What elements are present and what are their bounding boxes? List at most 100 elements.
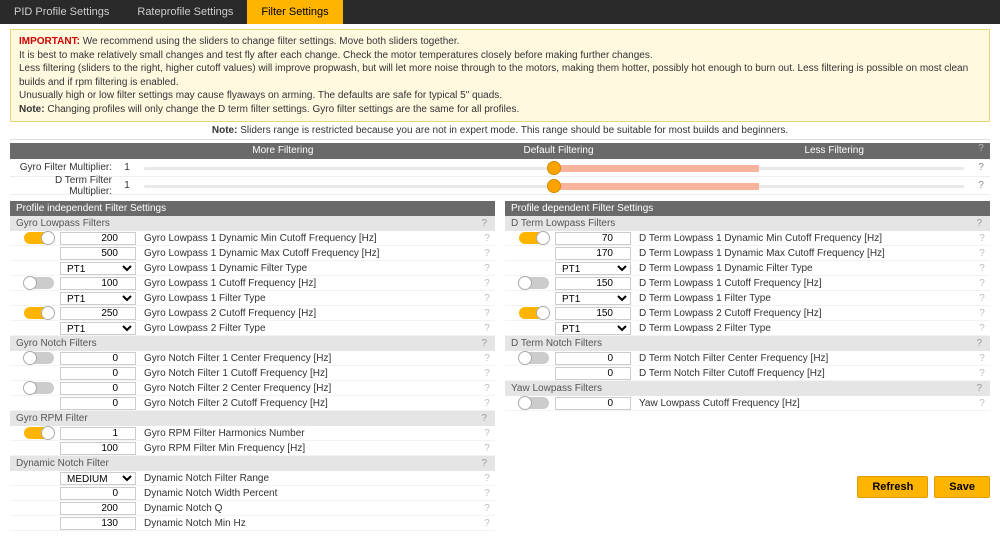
- help-icon[interactable]: ?: [479, 383, 495, 394]
- setting-label: Gyro Notch Filter 1 Center Frequency [Hz…: [138, 353, 479, 364]
- filter-input[interactable]: [555, 352, 631, 365]
- help-icon[interactable]: ?: [479, 368, 495, 379]
- toggle-switch[interactable]: [519, 232, 549, 244]
- help-icon[interactable]: ?: [972, 162, 990, 173]
- filter-input[interactable]: [60, 397, 136, 410]
- filter-input[interactable]: [60, 232, 136, 245]
- filter-input[interactable]: [60, 367, 136, 380]
- filter-input[interactable]: [60, 442, 136, 455]
- filter-input[interactable]: [60, 502, 136, 515]
- dterm-notch-title: D Term Notch Filters?: [505, 336, 990, 351]
- toggle-switch[interactable]: [24, 382, 54, 394]
- help-icon[interactable]: ?: [479, 248, 495, 259]
- filter-input[interactable]: [555, 232, 631, 245]
- toggle-switch[interactable]: [24, 232, 54, 244]
- setting-label: D Term Lowpass 1 Dynamic Max Cutoff Freq…: [633, 248, 974, 259]
- help-icon[interactable]: ?: [479, 518, 495, 529]
- setting-row: MEDIUMDynamic Notch Filter Range?: [10, 471, 495, 486]
- filter-input[interactable]: [555, 307, 631, 320]
- filter-input[interactable]: [60, 517, 136, 530]
- help-icon[interactable]: ?: [481, 218, 487, 229]
- setting-label: Gyro Notch Filter 1 Cutoff Frequency [Hz…: [138, 368, 479, 379]
- help-icon[interactable]: ?: [976, 218, 982, 229]
- filter-input[interactable]: [555, 247, 631, 260]
- help-icon[interactable]: ?: [974, 233, 990, 244]
- help-icon[interactable]: ?: [479, 263, 495, 274]
- tab-bar: PID Profile Settings Rateprofile Setting…: [0, 0, 1000, 24]
- help-icon[interactable]: ?: [481, 458, 487, 469]
- filter-input[interactable]: [555, 397, 631, 410]
- setting-label: D Term Lowpass 1 Filter Type: [633, 293, 974, 304]
- help-icon[interactable]: ?: [479, 503, 495, 514]
- filter-input[interactable]: [555, 367, 631, 380]
- help-icon[interactable]: ?: [974, 353, 990, 364]
- toggle-switch[interactable]: [24, 352, 54, 364]
- help-icon[interactable]: ?: [974, 308, 990, 319]
- help-icon[interactable]: ?: [481, 413, 487, 424]
- setting-row: Gyro Notch Filter 2 Center Frequency [Hz…: [10, 381, 495, 396]
- help-icon[interactable]: ?: [974, 398, 990, 409]
- filter-select[interactable]: PT1: [555, 262, 631, 275]
- help-icon[interactable]: ?: [479, 353, 495, 364]
- filter-input[interactable]: [60, 352, 136, 365]
- setting-label: Gyro Lowpass 1 Cutoff Frequency [Hz]: [138, 278, 479, 289]
- help-icon[interactable]: ?: [479, 323, 495, 334]
- help-icon[interactable]: ?: [479, 308, 495, 319]
- help-icon[interactable]: ?: [976, 383, 982, 394]
- toggle-switch[interactable]: [24, 307, 54, 319]
- filter-select[interactable]: PT1: [60, 322, 136, 335]
- toggle-switch[interactable]: [519, 277, 549, 289]
- help-icon[interactable]: ?: [479, 233, 495, 244]
- filter-input[interactable]: [60, 487, 136, 500]
- help-icon[interactable]: ?: [479, 443, 495, 454]
- tab-rate-profile[interactable]: Rateprofile Settings: [123, 0, 247, 24]
- dterm-filter-slider[interactable]: [144, 181, 964, 191]
- tab-pid-profile[interactable]: PID Profile Settings: [0, 0, 123, 24]
- setting-label: Gyro Lowpass 2 Filter Type: [138, 323, 479, 334]
- help-icon[interactable]: ?: [974, 293, 990, 304]
- setting-label: Gyro Lowpass 1 Dynamic Max Cutoff Freque…: [138, 248, 479, 259]
- filter-select[interactable]: PT1: [60, 292, 136, 305]
- tab-filter-settings[interactable]: Filter Settings: [247, 0, 342, 24]
- help-icon[interactable]: ?: [974, 248, 990, 259]
- help-icon[interactable]: ?: [481, 338, 487, 349]
- help-icon[interactable]: ?: [479, 278, 495, 289]
- help-icon[interactable]: ?: [974, 368, 990, 379]
- help-icon[interactable]: ?: [974, 323, 990, 334]
- help-icon[interactable]: ?: [974, 263, 990, 274]
- gyro-rpm-title: Gyro RPM Filter?: [10, 411, 495, 426]
- help-icon[interactable]: ?: [479, 473, 495, 484]
- filter-input[interactable]: [555, 277, 631, 290]
- toggle-switch[interactable]: [24, 427, 54, 439]
- help-icon[interactable]: ?: [972, 143, 990, 159]
- toggle-switch[interactable]: [519, 352, 549, 364]
- filter-input[interactable]: [60, 307, 136, 320]
- filter-select[interactable]: PT1: [555, 322, 631, 335]
- filter-select[interactable]: MEDIUM: [60, 472, 136, 485]
- filter-input[interactable]: [60, 247, 136, 260]
- filter-input[interactable]: [60, 382, 136, 395]
- help-icon[interactable]: ?: [974, 278, 990, 289]
- help-icon[interactable]: ?: [479, 398, 495, 409]
- toggle-switch[interactable]: [519, 397, 549, 409]
- setting-label: Gyro Lowpass 1 Dynamic Filter Type: [138, 263, 479, 274]
- help-icon[interactable]: ?: [479, 293, 495, 304]
- setting-row: Dynamic Notch Width Percent?: [10, 486, 495, 501]
- help-icon[interactable]: ?: [479, 488, 495, 499]
- gyro-filter-slider[interactable]: [144, 163, 964, 173]
- refresh-button[interactable]: Refresh: [857, 476, 928, 498]
- help-icon[interactable]: ?: [976, 338, 982, 349]
- setting-label: Gyro Lowpass 1 Filter Type: [138, 293, 479, 304]
- filter-select[interactable]: PT1: [555, 292, 631, 305]
- toggle-switch[interactable]: [519, 307, 549, 319]
- dterm-filter-multiplier-row: D Term Filter Multiplier: 1 ?: [10, 177, 990, 195]
- setting-label: Dynamic Notch Q: [138, 503, 479, 514]
- help-icon[interactable]: ?: [972, 180, 990, 191]
- filter-input[interactable]: [60, 277, 136, 290]
- help-icon[interactable]: ?: [479, 428, 495, 439]
- toggle-switch[interactable]: [24, 277, 54, 289]
- filter-select[interactable]: PT1: [60, 262, 136, 275]
- save-button[interactable]: Save: [934, 476, 990, 498]
- setting-row: D Term Lowpass 2 Cutoff Frequency [Hz]?: [505, 306, 990, 321]
- filter-input[interactable]: [60, 427, 136, 440]
